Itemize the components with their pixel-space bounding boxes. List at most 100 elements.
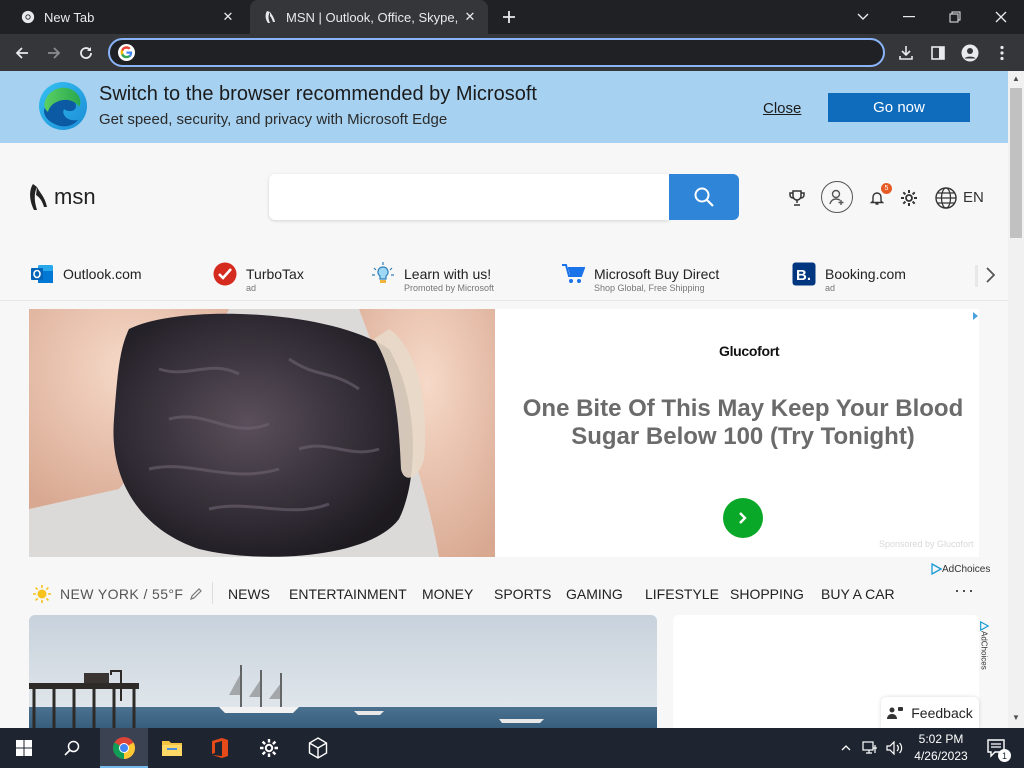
settings-gear-icon[interactable] <box>898 187 920 209</box>
adchoices-link[interactable]: AdChoices <box>930 563 990 575</box>
gear-icon <box>260 739 278 757</box>
chevron-right-icon <box>739 512 747 524</box>
sponsored-ad[interactable]: Glucofort One Bite Of This May Keep Your… <box>29 309 979 557</box>
quick-link-sublabel: ad <box>246 283 257 293</box>
quick-link-learn[interactable]: Learn with us! Promoted by Microsoft <box>370 261 494 294</box>
clock-time: 5:02 PM <box>918 732 964 746</box>
turbotax-icon <box>212 261 238 287</box>
feedback-button[interactable]: Feedback <box>881 697 979 728</box>
screen: New Tab ✕ MSN | Outlook, Office, Skype, … <box>0 0 1024 768</box>
feedback-label: Feedback <box>911 704 973 721</box>
sign-in-avatar-icon[interactable] <box>821 181 853 213</box>
quick-links-bar: Outlook.com TurboTax ad Learn with us! P… <box>0 251 1008 301</box>
google-icon <box>118 44 135 61</box>
taskbar-3d-app[interactable] <box>294 728 342 768</box>
tray-expand-icon[interactable] <box>836 728 856 768</box>
close-window-button[interactable] <box>978 0 1024 34</box>
svg-text:B.: B. <box>796 267 811 284</box>
nav-sports[interactable]: SPORTS <box>494 586 551 602</box>
rewards-trophy-icon[interactable] <box>786 187 808 209</box>
nav-entertainment[interactable]: ENTERTAINMENT <box>289 586 407 602</box>
clock[interactable]: 5:02 PM 4/26/2023 <box>912 731 970 765</box>
tab-close-icon[interactable]: ✕ <box>462 9 478 25</box>
volume-icon[interactable] <box>882 728 908 768</box>
msn-search-box[interactable] <box>269 174 669 220</box>
feed-hero-card[interactable] <box>29 615 657 728</box>
tab-close-icon[interactable]: ✕ <box>220 9 236 25</box>
quick-link-label: Outlook.com <box>63 266 142 282</box>
nav-lifestyle[interactable]: LIFESTYLE <box>645 586 719 602</box>
scroll-up-icon[interactable]: ▲ <box>1012 74 1020 83</box>
go-now-button[interactable]: Go now <box>828 93 970 122</box>
language-globe-icon[interactable] <box>934 186 958 210</box>
booking-icon: B. <box>791 261 817 287</box>
menu-icon[interactable] <box>989 40 1015 66</box>
windows-logo-icon <box>16 740 32 756</box>
nav-news[interactable]: NEWS <box>228 586 270 602</box>
restore-button[interactable] <box>932 0 978 34</box>
language-label[interactable]: EN <box>963 189 984 206</box>
nav-buy-a-car[interactable]: BUY A CAR <box>821 586 895 602</box>
ad-info-icon[interactable] <box>972 311 979 321</box>
edge-promo-banner: Switch to the browser recommended by Mic… <box>0 71 1008 143</box>
nav-more-button[interactable]: ··· <box>954 580 975 601</box>
quick-links-next-button[interactable] <box>985 267 996 288</box>
quick-link-outlook[interactable]: Outlook.com <box>29 261 142 287</box>
weather-widget[interactable]: NEW YORK / 55°F <box>32 584 203 604</box>
taskbar-chrome[interactable] <box>100 728 148 768</box>
nav-gaming[interactable]: GAMING <box>566 586 623 602</box>
ad-cta-button[interactable] <box>723 498 763 538</box>
taskbar-office[interactable] <box>196 728 244 768</box>
ad-image[interactable] <box>29 309 495 557</box>
new-tab-button[interactable] <box>498 6 520 28</box>
tab-strip: New Tab ✕ MSN | Outlook, Office, Skype, … <box>0 0 1024 34</box>
msn-wordmark: msn <box>54 184 96 209</box>
reload-button[interactable] <box>73 40 99 66</box>
sun-icon <box>33 585 51 603</box>
notifications-bell-icon[interactable]: 5 <box>866 183 892 209</box>
network-icon[interactable] <box>858 728 882 768</box>
quick-link-booking[interactable]: B. Booking.com ad <box>791 261 906 294</box>
taskbar-search-button[interactable] <box>48 728 96 768</box>
chevron-right-icon <box>986 267 996 283</box>
action-center-button[interactable]: 1 <box>976 728 1016 768</box>
outlook-icon <box>29 261 55 287</box>
back-button[interactable] <box>9 40 35 66</box>
quick-link-buy-direct[interactable]: Microsoft Buy Direct Shop Global, Free S… <box>560 261 719 294</box>
address-bar[interactable] <box>108 38 885 67</box>
taskbar-file-explorer[interactable] <box>148 728 196 768</box>
search-button[interactable] <box>669 174 739 220</box>
quick-link-turbotax[interactable]: TurboTax ad <box>212 261 304 294</box>
download-icon[interactable] <box>893 40 919 66</box>
scroll-down-icon[interactable]: ▼ <box>1012 713 1020 722</box>
edit-pencil-icon[interactable] <box>189 587 203 601</box>
url-input[interactable] <box>144 43 864 62</box>
taskbar-settings[interactable] <box>245 728 293 768</box>
windows-taskbar: 5:02 PM 4/26/2023 1 <box>0 728 1024 768</box>
minimize-button[interactable] <box>886 0 932 34</box>
chrome-icon <box>20 9 36 25</box>
forward-button[interactable] <box>41 40 67 66</box>
tab-search-icon[interactable] <box>840 0 886 34</box>
folder-icon <box>162 741 182 756</box>
nav-money[interactable]: MONEY <box>422 586 473 602</box>
tab-title: New Tab <box>44 9 95 25</box>
tab-msn[interactable]: MSN | Outlook, Office, Skype, Bing ✕ <box>250 0 488 34</box>
msn-favicon-icon <box>262 9 278 25</box>
ad-headline[interactable]: One Bite Of This May Keep Your Blood Sug… <box>515 395 971 451</box>
quick-link-label: Microsoft Buy Direct <box>594 266 720 282</box>
banner-close-link[interactable]: Close <box>763 100 801 117</box>
scroll-thumb[interactable] <box>1010 88 1022 238</box>
chrome-icon <box>113 737 135 759</box>
search-input[interactable] <box>269 174 669 220</box>
nav-shopping[interactable]: SHOPPING <box>730 586 804 602</box>
tab-title: MSN | Outlook, Office, Skype, Bing <box>286 9 462 25</box>
page-scrollbar[interactable]: ▲ ▼ <box>1008 71 1024 728</box>
side-adchoices-link[interactable]: AdChoices <box>979 621 989 670</box>
start-button[interactable] <box>0 728 48 768</box>
msn-logo[interactable]: msn <box>28 183 96 211</box>
profile-icon[interactable] <box>957 40 983 66</box>
edge-logo-icon <box>39 82 87 130</box>
side-panel-icon[interactable] <box>925 40 951 66</box>
tab-new-tab[interactable]: New Tab ✕ <box>8 0 246 34</box>
